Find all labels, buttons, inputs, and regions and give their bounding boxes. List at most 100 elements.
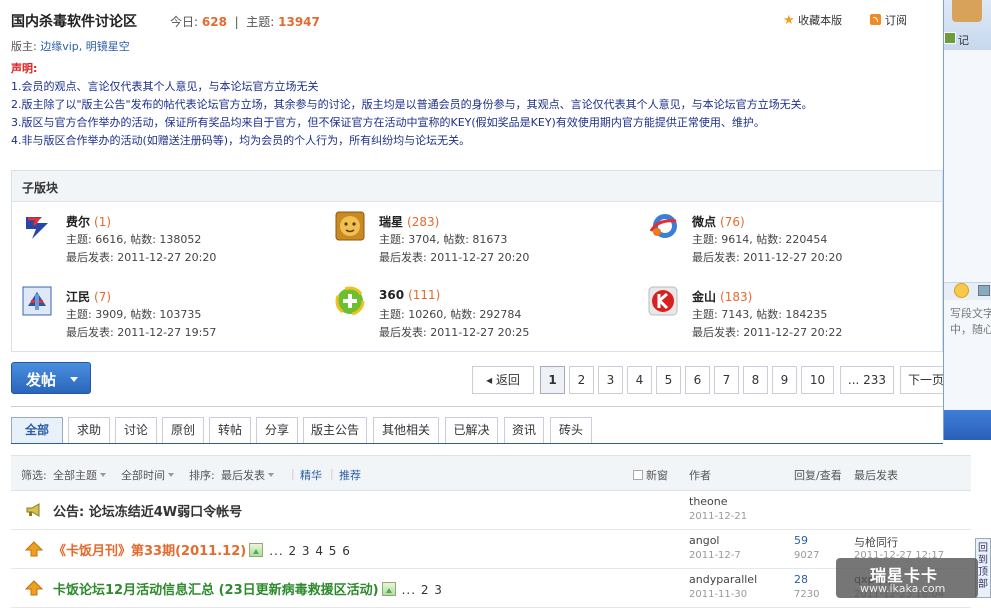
kingsoft-logo-icon — [648, 286, 678, 316]
notepad-icon — [944, 32, 956, 44]
new-window-toggle[interactable]: 新窗 — [633, 467, 668, 483]
textarea-placeholder-line: 中，随心 — [950, 323, 991, 336]
subforum-last-post: 最后发表: 2011-12-27 19:57 — [66, 326, 217, 339]
declaration: 声明: 1.会员的观点、言论仅代表其个人意见，与本论坛官方立场无关 2.版主除了… — [11, 60, 813, 150]
tab-share[interactable]: 分享 — [256, 417, 298, 444]
moderators: 版主: 边缘vip, 明镜星空 — [11, 38, 130, 54]
page-6-button[interactable]: 6 — [685, 366, 710, 394]
new-window-label: 新窗 — [646, 469, 668, 482]
thread-date: 2011-12-7 — [689, 550, 741, 561]
thread-pages[interactable]: ... 2 3 — [402, 583, 443, 597]
back-button[interactable]: ◂ 返回 — [472, 366, 534, 394]
feier-logo-icon — [24, 213, 50, 239]
filter-all-topics[interactable]: 全部主题 — [53, 467, 106, 483]
page-2-button[interactable]: 2 — [569, 366, 594, 394]
page-9-button[interactable]: 9 — [772, 366, 797, 394]
subforum-jiangmin[interactable]: 江民 (7) 主题: 3909, 帖数: 103735 最后发表: 2011-12… — [22, 286, 322, 346]
tab-all[interactable]: 全部 — [11, 417, 63, 444]
subforum-name: 金山 — [692, 290, 717, 304]
thread-title[interactable]: 公告: 论坛冻结近4W弱口令帐号 — [53, 501, 242, 520]
subforum-heading: 子版块 — [12, 171, 942, 202]
topics-count: 13947 — [278, 15, 320, 29]
sort-select[interactable]: 最后发表 — [221, 467, 274, 483]
filter-all-time[interactable]: 全部时间 — [121, 467, 174, 483]
thread-author[interactable]: theone — [689, 495, 728, 508]
picture-icon[interactable] — [978, 285, 990, 296]
page-7-button[interactable]: 7 — [714, 366, 739, 394]
subscribe-button[interactable]: 订阅 — [870, 12, 907, 28]
thread-title[interactable]: 卡饭论坛12月活动信息汇总 (23日更新病毒救援区活动) ... 2 3 — [53, 579, 443, 598]
textarea-placeholder-line: 写段文字 — [950, 307, 991, 320]
thread-pages[interactable]: ... 2 3 4 5 6 — [269, 544, 351, 558]
caret-down-icon — [168, 473, 174, 477]
micropoint-logo-icon — [649, 214, 677, 238]
subforum-stats: 主题: 7143, 帖数: 184235 — [692, 308, 828, 321]
today-label: 今日: — [170, 15, 199, 29]
subforum-name: 江民 — [66, 290, 91, 304]
page-4-button[interactable]: 4 — [627, 366, 652, 394]
declaration-line: 4.非与版区合作举办的活动(如赠送注册码等)，均为会员的个人行为，所有纠纷均与论… — [11, 134, 471, 147]
subscribe-label: 订阅 — [885, 14, 907, 27]
page-1-button[interactable]: 1 — [540, 366, 565, 394]
page-8-button[interactable]: 8 — [743, 366, 768, 394]
subforum-micropoint[interactable]: 微点 (76) 主题: 9614, 帖数: 220454 最后发表: 2011-1… — [648, 211, 948, 271]
tab-other[interactable]: 其他相关 — [373, 417, 439, 444]
tab-repost[interactable]: 转帖 — [209, 417, 251, 444]
digest-link[interactable]: 精华 — [300, 467, 322, 483]
subforum-rising[interactable]: 瑞星 (283) 主题: 3704, 帖数: 81673 最后发表: 2011-1… — [335, 211, 635, 271]
subforum-name: 微点 — [692, 215, 717, 229]
subforum-feier[interactable]: 费尔 (1) 主题: 6616, 帖数: 138052 最后发表: 2011-12… — [22, 211, 322, 271]
thread-views: 9027 — [794, 550, 820, 561]
tab-discuss[interactable]: 讨论 — [115, 417, 157, 444]
thread-list-header: 筛选: 全部主题 全部时间 排序: 最后发表 | 精华 | 推荐 新窗 作者 回… — [11, 455, 971, 491]
sort-value: 最后发表 — [221, 469, 265, 482]
tab-solved[interactable]: 已解决 — [445, 417, 498, 444]
thread-title-text: 《卡饭月刊》第33期(2011.12) — [53, 544, 247, 559]
thread-title-text: 卡饭论坛12月活动信息汇总 (23日更新病毒救援区活动) — [53, 583, 379, 598]
tab-help[interactable]: 求助 — [68, 417, 110, 444]
moderators-links[interactable]: 边缘vip, 明镜星空 — [40, 40, 130, 53]
new-post-button[interactable]: 发帖 — [11, 362, 91, 394]
thread-title[interactable]: 《卡饭月刊》第33期(2011.12) ... 2 3 4 5 6 — [53, 540, 351, 559]
tab-original[interactable]: 原创 — [162, 417, 204, 444]
checkbox[interactable] — [633, 470, 643, 480]
chevron-left-icon: ◂ — [486, 373, 493, 387]
last-post-user[interactable]: 与枪同行 — [854, 534, 898, 550]
favorite-button[interactable]: ★ 收藏本版 — [783, 12, 842, 28]
thread-replies: 59 — [794, 534, 808, 547]
watermark: 瑞星卡卡 www.ikaka.com — [836, 558, 978, 598]
side-panel-textarea[interactable]: 写段文字 中，随心 — [950, 306, 991, 338]
subforum-new-count: (7) — [94, 290, 112, 304]
thread-author[interactable]: angol — [689, 534, 719, 547]
subforum-360[interactable]: 360 (111) 主题: 10260, 帖数: 292784 最后发表: 201… — [335, 286, 635, 346]
pinned-arrow-icon — [25, 580, 43, 596]
page-10-button[interactable]: 10 — [801, 366, 834, 394]
back-label: 返回 — [495, 373, 520, 387]
caret-down-icon — [268, 473, 274, 477]
next-page-button[interactable]: 下一页 — [900, 366, 944, 394]
page-5-button[interactable]: 5 — [656, 366, 681, 394]
dropdown-arrow-icon — [70, 377, 78, 382]
thread-author[interactable]: andyparallel — [689, 573, 757, 586]
thread-row: 卡饭论坛12月活动信息汇总 (23日更新病毒救援区活动) ... 2 3 andy… — [11, 569, 971, 608]
star-icon: ★ — [783, 13, 795, 28]
sort-label: 排序: — [189, 469, 215, 482]
thread-replies: 28 — [794, 573, 808, 586]
note-label[interactable]: 记 — [958, 32, 969, 48]
thread-row: 《卡饭月刊》第33期(2011.12) ... 2 3 4 5 6 angol 2… — [11, 530, 971, 569]
smiley-icon[interactable] — [954, 283, 969, 298]
avatar[interactable] — [952, 0, 982, 22]
last-page-button[interactable]: ... 233 — [840, 366, 894, 394]
subforum-kingsoft[interactable]: 金山 (183) 主题: 7143, 帖数: 184235 最后发表: 2011-… — [648, 286, 948, 346]
tab-mod-notice[interactable]: 版主公告 — [303, 417, 367, 444]
image-attachment-icon — [381, 582, 396, 596]
recommend-link[interactable]: 推荐 — [339, 467, 361, 483]
tab-brick[interactable]: 砖头 — [550, 417, 592, 444]
subforum-new-count: (183) — [720, 290, 753, 304]
tab-news[interactable]: 资讯 — [504, 417, 544, 444]
col-author: 作者 — [689, 469, 711, 482]
page-3-button[interactable]: 3 — [598, 366, 623, 394]
subforum-stats: 主题: 3704, 帖数: 81673 — [379, 233, 508, 246]
thread-date: 2011-11-30 — [689, 589, 748, 600]
declaration-line: 3.版区与官方合作举办的活动，保证所有奖品均来自于官方，但不保证官方在活动中宣称… — [11, 116, 765, 129]
